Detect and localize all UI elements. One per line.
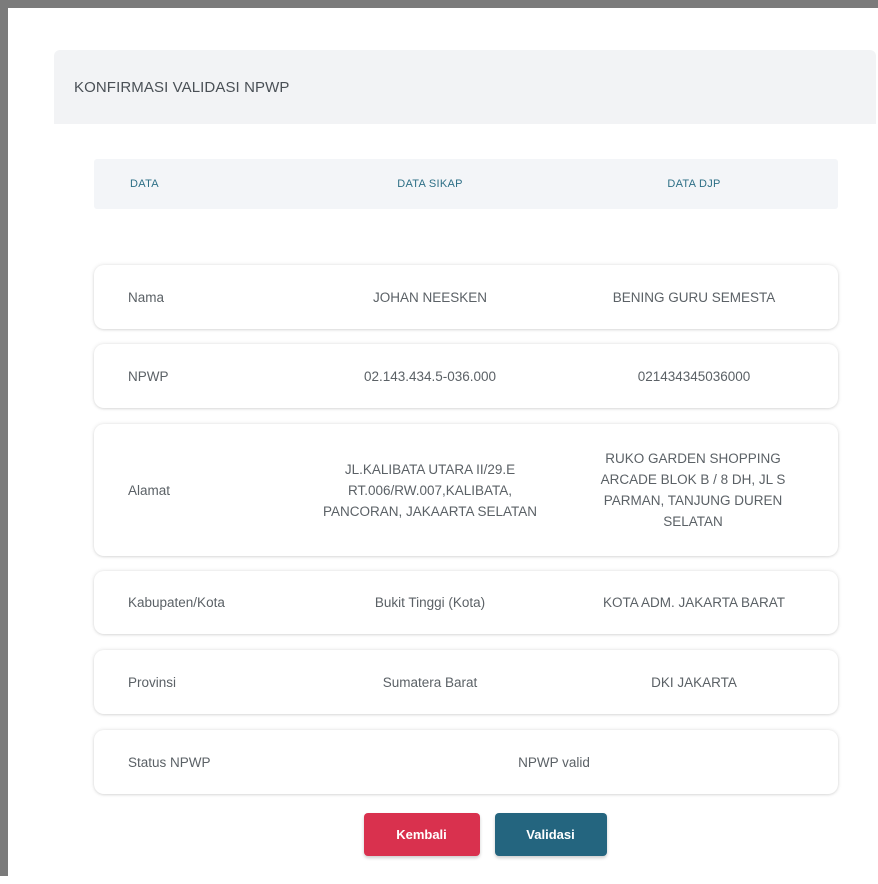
row-sikap-value: JOHAN NEESKEN [372, 289, 488, 305]
status-value: NPWP valid [518, 754, 590, 770]
panel-header: KONFIRMASI VALIDASI NPWP [54, 50, 876, 124]
validate-button[interactable]: Validasi [494, 813, 607, 856]
row-sikap-value: Sumatera Barat [382, 674, 478, 690]
row-sikap-value: JL.KALIBATA UTARA II/29.E RT.006/RW.007,… [322, 461, 538, 519]
column-header-sikap: DATA SIKAP [397, 178, 463, 190]
comparison-table: DATA DATA SIKAP DATA DJP Nama JOHAN NEES… [94, 159, 838, 794]
table-row-status-npwp: Status NPWP NPWP valid [94, 730, 838, 794]
table-row-nama: Nama JOHAN NEESKEN BENING GURU SEMESTA [94, 265, 838, 329]
row-djp-value: BENING GURU SEMESTA [612, 289, 776, 305]
row-sikap-value: Bukit Tinggi (Kota) [374, 595, 486, 610]
table-row-kabupaten-kota: Kabupaten/Kota Bukit Tinggi (Kota) KOTA … [94, 571, 838, 634]
window-frame: KONFIRMASI VALIDASI NPWP DATA DATA SIKAP… [0, 0, 878, 884]
column-header-data: DATA [130, 178, 159, 190]
table-row-npwp: NPWP 02.143.434.5-036.000 02143434503600… [94, 344, 838, 408]
row-label: Nama [128, 289, 165, 305]
page-title: KONFIRMASI VALIDASI NPWP [74, 78, 290, 96]
column-header-djp: DATA DJP [667, 178, 721, 190]
row-djp-value: RUKO GARDEN SHOPPING ARCADE BLOK B / 8 D… [600, 451, 786, 529]
row-label: Alamat [128, 482, 171, 498]
row-djp-value: 021434345036000 [637, 368, 751, 384]
table-row-alamat: Alamat JL.KALIBATA UTARA II/29.E RT.006/… [94, 424, 838, 556]
action-bar: Kembali Validasi [54, 813, 876, 856]
row-sikap-value: 02.143.434.5-036.000 [363, 368, 497, 384]
table-header: DATA DATA SIKAP DATA DJP [94, 159, 838, 209]
table-row-provinsi: Provinsi Sumatera Barat DKI JAKARTA [94, 650, 838, 714]
row-label: NPWP [128, 368, 169, 384]
row-label: Kabupaten/Kota [128, 595, 225, 610]
validation-panel: KONFIRMASI VALIDASI NPWP DATA DATA SIKAP… [54, 50, 876, 884]
row-label: Provinsi [128, 674, 177, 690]
back-button[interactable]: Kembali [363, 813, 480, 856]
row-djp-value: KOTA ADM. JAKARTA BARAT [602, 595, 786, 610]
row-label: Status NPWP [128, 754, 211, 770]
row-djp-value: DKI JAKARTA [651, 674, 737, 690]
